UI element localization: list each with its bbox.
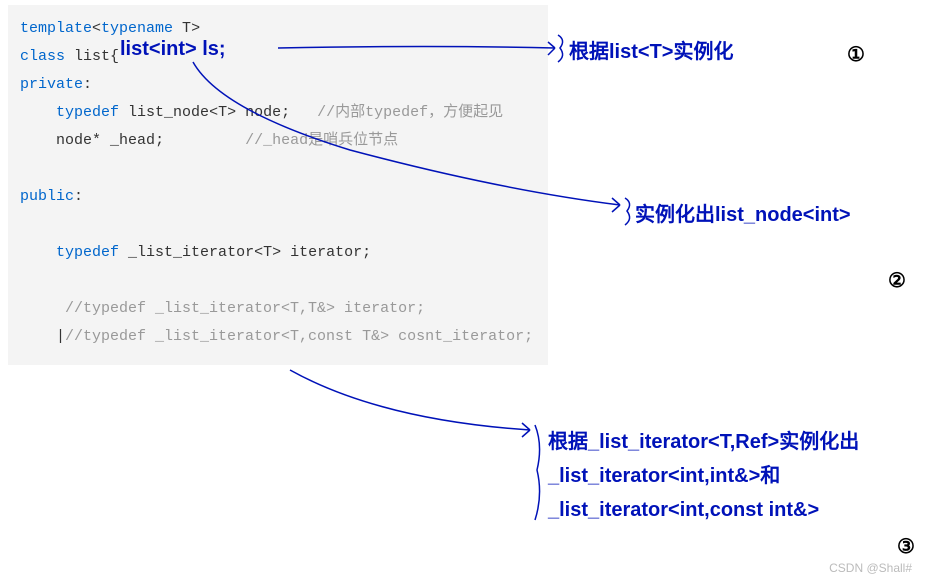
keyword: typedef — [56, 244, 119, 261]
indent: | — [20, 328, 65, 345]
space — [164, 132, 245, 149]
arrow-head-2 — [612, 198, 620, 212]
keyword: typedef — [56, 104, 119, 121]
type: list_node — [128, 104, 209, 121]
keyword: template — [20, 20, 92, 37]
annotation-line: _list_iterator<int,const int&> — [548, 493, 859, 527]
code-line-5: node* _head; //_head是哨兵位节点 — [20, 127, 536, 155]
type: _list_iterator — [128, 244, 254, 261]
brace-icon — [625, 198, 630, 225]
punct: * — [92, 132, 110, 149]
code-line-4: typedef list_node<T> node; //内部typedef，方… — [20, 99, 536, 127]
ident: list — [65, 48, 110, 65]
code-line-6 — [20, 155, 536, 183]
ident: T — [263, 244, 272, 261]
type: node — [56, 132, 92, 149]
empty — [20, 216, 29, 233]
punct: < — [209, 104, 218, 121]
brace-icon — [535, 425, 540, 520]
indent — [20, 244, 56, 261]
code-line-10 — [20, 267, 536, 295]
code-line-8 — [20, 211, 536, 239]
punct: < — [92, 20, 101, 37]
punct: > — [227, 104, 236, 121]
space — [236, 104, 245, 121]
indent — [20, 300, 65, 317]
punct: { — [110, 48, 119, 65]
punct: < — [254, 244, 263, 261]
keyword: class — [20, 48, 65, 65]
arrow-line-3 — [290, 370, 530, 430]
indent — [20, 104, 56, 121]
code-line-12: |//typedef _list_iterator<T,const T&> co… — [20, 323, 536, 351]
circled-number-3: ③ — [897, 534, 915, 559]
code-line-1: template<typename T> — [20, 15, 536, 43]
punct: ; — [281, 104, 290, 121]
arrow-head-3 — [522, 423, 530, 437]
comment: //typedef _list_iterator<T,const T&> cos… — [65, 328, 533, 345]
code-line-9: typedef _list_iterator<T> iterator; — [20, 239, 536, 267]
code-line-3: private: — [20, 71, 536, 99]
annotation-right-1: 根据list<T>实例化 — [569, 35, 733, 64]
annotation-right-2: 实例化出list_node<int> — [635, 198, 851, 227]
indent — [20, 132, 56, 149]
code-line-7: public: — [20, 183, 536, 211]
circled-number-2: ② — [888, 268, 906, 293]
code-line-2: class list{ — [20, 43, 536, 71]
space — [281, 244, 290, 261]
keyword: typename — [101, 20, 173, 37]
keyword: private — [20, 76, 83, 93]
empty — [20, 272, 29, 289]
punct: > — [191, 20, 200, 37]
brace-icon — [558, 35, 563, 62]
empty — [20, 160, 29, 177]
circled-number-1: ① — [847, 42, 865, 67]
annotation-line: 根据_list_iterator<T,Ref>实例化出 — [548, 425, 859, 459]
code-block: template<typename T> class list{ private… — [8, 5, 548, 365]
punct: ; — [362, 244, 371, 261]
arrow-head-1 — [548, 42, 555, 55]
code-line-11: //typedef _list_iterator<T,T&> iterator; — [20, 295, 536, 323]
ident: node — [245, 104, 281, 121]
annotation-inline: list<int> ls; — [120, 38, 226, 61]
comment: //内部typedef，方便起见 — [290, 104, 503, 121]
ident: iterator — [290, 244, 362, 261]
ident: T — [218, 104, 227, 121]
annotation-line: _list_iterator<int,int&>和 — [548, 459, 859, 493]
watermark: CSDN @Shall# — [829, 561, 912, 575]
punct: : — [83, 76, 92, 93]
punct: ; — [155, 132, 164, 149]
ident: T — [173, 20, 191, 37]
space — [119, 244, 128, 261]
punct: > — [272, 244, 281, 261]
comment: //_head是哨兵位节点 — [245, 132, 398, 149]
punct: : — [74, 188, 83, 205]
annotation-right-3: 根据_list_iterator<T,Ref>实例化出 _list_iterat… — [548, 425, 859, 527]
space — [119, 104, 128, 121]
ident: _head — [110, 132, 155, 149]
keyword: public — [20, 188, 74, 205]
comment: //typedef _list_iterator<T,T&> iterator; — [65, 300, 425, 317]
